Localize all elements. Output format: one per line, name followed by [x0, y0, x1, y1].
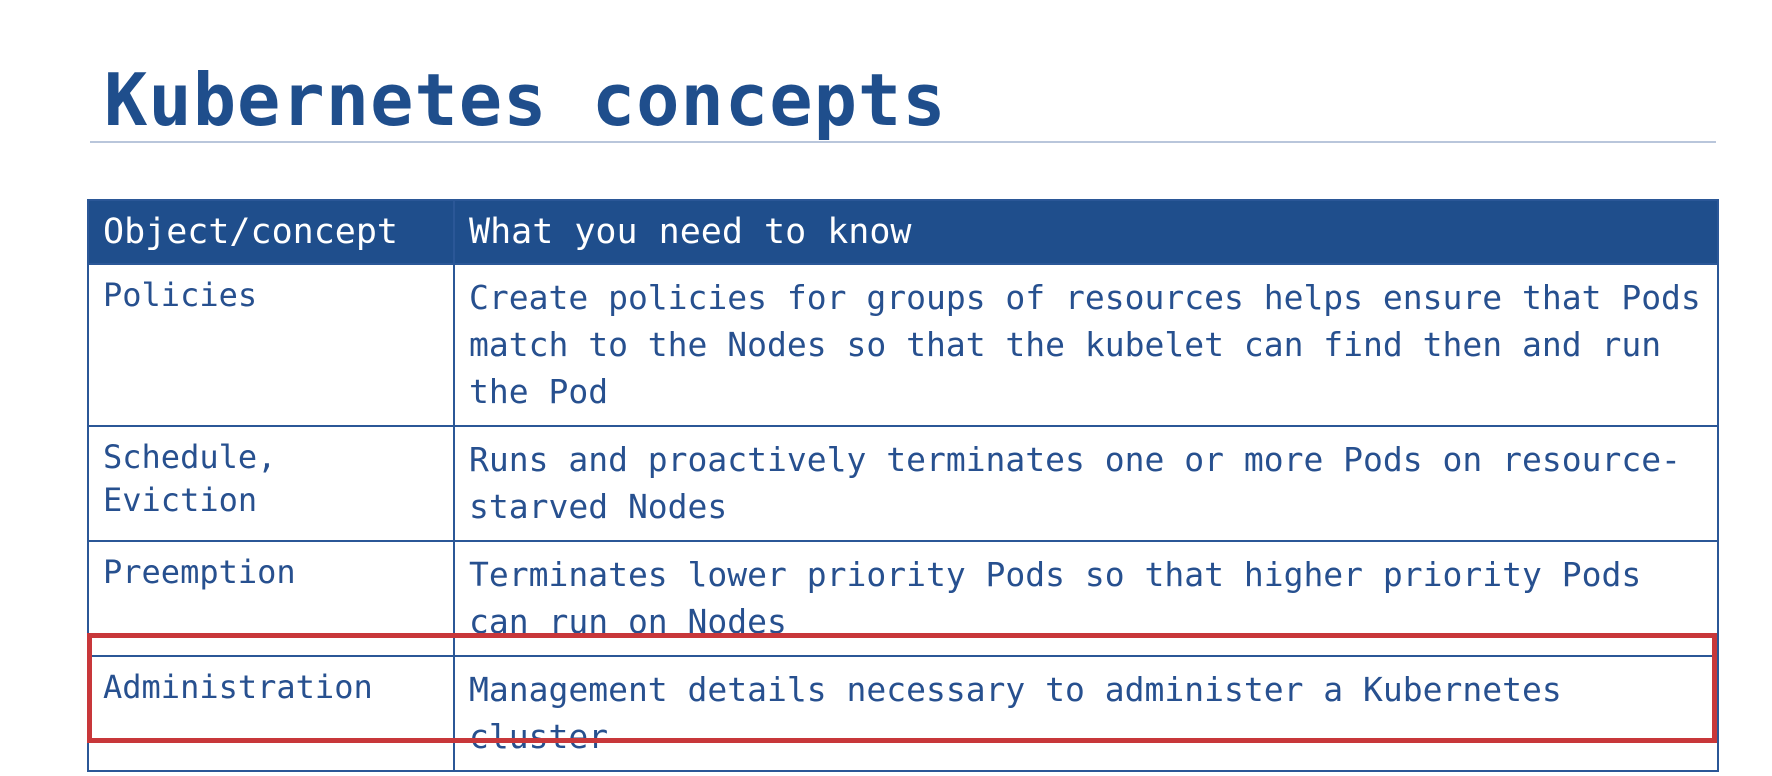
concept-cell: Schedule, Eviction [87, 425, 455, 542]
table-row: Schedule, Eviction Runs and proactively … [87, 425, 1719, 542]
description-cell: Management details necessary to administ… [453, 655, 1719, 772]
slide-title: Kubernetes concepts [104, 58, 947, 142]
column-header-concept: Object/concept [87, 199, 455, 265]
concept-cell: Preemption [87, 540, 455, 657]
column-header-description: What you need to know [453, 199, 1719, 265]
description-cell: Terminates lower priority Pods so that h… [453, 540, 1719, 657]
table-header-row: Object/concept What you need to know [87, 199, 1719, 265]
table-row: Policies Create policies for groups of r… [87, 263, 1719, 427]
description-cell: Create policies for groups of resources … [453, 263, 1719, 427]
concepts-table: Object/concept What you need to know Pol… [87, 199, 1719, 772]
title-divider [90, 141, 1716, 143]
table-row: Administration Management details necess… [87, 655, 1719, 772]
table-row: Preemption Terminates lower priority Pod… [87, 540, 1719, 657]
concept-cell: Administration [87, 655, 455, 772]
description-cell: Runs and proactively terminates one or m… [453, 425, 1719, 542]
concept-cell: Policies [87, 263, 455, 427]
